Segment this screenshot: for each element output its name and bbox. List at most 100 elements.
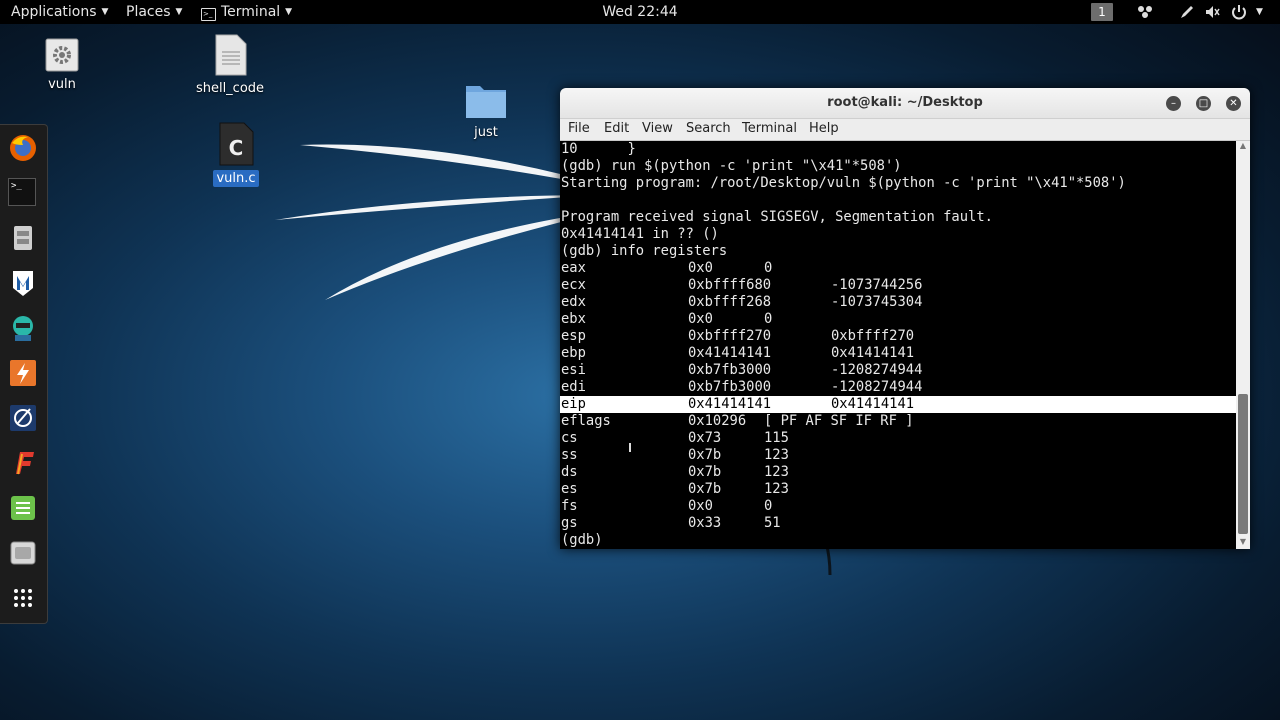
register-hex: 0xb7fb3000 (688, 362, 772, 378)
register-name: ebx (561, 311, 586, 327)
volume-icon[interactable] (1204, 3, 1222, 21)
desktop-icon-label: shell_code (195, 81, 265, 96)
register-value: 123 (764, 464, 789, 480)
maximize-button[interactable]: □ (1196, 96, 1211, 111)
desktop-icon-label: just (474, 125, 498, 140)
terminal-line: 10 } (561, 141, 636, 157)
text-cursor-icon (629, 443, 631, 452)
register-row: edi 0xb7fb3000 -1208274944 (561, 379, 1236, 396)
terminal-line: (gdb) run $(python -c 'print "\x41"*508'… (561, 158, 902, 174)
register-hex: 0x41414141 (688, 345, 772, 361)
armitage-icon[interactable] (8, 313, 38, 343)
chevron-down-icon[interactable]: ▼ (1236, 537, 1250, 546)
register-row: eflags 0x10296 [ PF AF SF IF RF ] (561, 413, 1236, 430)
register-hex: 0x33 (688, 515, 722, 531)
window-title: root@kali: ~/Desktop (827, 95, 983, 110)
show-apps-icon[interactable] (8, 583, 38, 613)
faraday-icon[interactable] (8, 448, 38, 478)
register-name: fs (561, 498, 578, 514)
menu-file[interactable]: File (568, 121, 590, 136)
maltego-icon[interactable] (8, 403, 38, 433)
register-row: esi 0xb7fb3000 -1208274944 (561, 362, 1236, 379)
register-value: -1073744256 (831, 277, 923, 293)
pen-icon[interactable] (1178, 3, 1196, 21)
menu-search[interactable]: Search (686, 121, 731, 136)
register-value: -1073745304 (831, 294, 923, 310)
terminal-line: Program received signal SIGSEGV, Segment… (561, 209, 993, 225)
register-hex: 0x10296 (688, 413, 747, 429)
register-row: ss 0x7b 123 (561, 447, 1236, 464)
register-value: -1208274944 (831, 379, 923, 395)
desktop-icon-shell-code[interactable]: shell_code (192, 34, 268, 97)
register-name: esp (561, 328, 586, 344)
executable-gear-icon (45, 38, 79, 72)
desktop-icon-label: vuln.c (213, 170, 259, 187)
register-value: 0 (764, 260, 773, 276)
register-name: ebp (561, 345, 586, 361)
window-titlebar[interactable]: root@kali: ~/Desktop – □ ✕ (560, 88, 1250, 119)
power-icon[interactable] (1230, 3, 1248, 21)
scrollbar-thumb[interactable] (1238, 394, 1248, 534)
network-icon[interactable] (1136, 3, 1154, 21)
register-row: ebx 0x0 0 (561, 311, 1236, 328)
register-hex: 0x0 (688, 260, 713, 276)
minimize-button[interactable]: – (1166, 96, 1181, 111)
register-name: eax (561, 260, 586, 276)
register-row: ecx 0xbffff680 -1073744256 (561, 277, 1236, 294)
metasploit-icon[interactable] (8, 268, 38, 298)
register-hex: 0xb7fb3000 (688, 379, 772, 395)
close-button[interactable]: ✕ (1226, 96, 1241, 111)
top-panel: Applications ▼ Places ▼ >_ Terminal ▼ Wed 22… (0, 0, 1280, 24)
terminal-output[interactable]: 10 } (gdb) run $(python -c 'print "\x41"… (560, 141, 1236, 549)
register-hex: 0xbffff680 (688, 277, 772, 293)
register-row: eax 0x0 0 (561, 260, 1236, 277)
minimize-icon: – (1171, 98, 1176, 109)
register-name: ds (561, 464, 578, 480)
register-row: ebp 0x41414141 0x41414141 (561, 345, 1236, 362)
gdb-prompt[interactable]: (gdb) (561, 532, 1236, 549)
desktop-icon-vuln[interactable]: vuln (30, 38, 94, 93)
register-value: 0 (764, 311, 773, 327)
chevron-up-icon[interactable]: ▲ (1236, 141, 1250, 150)
burpsuite-icon[interactable] (8, 358, 38, 388)
register-name: gs (561, 515, 578, 531)
terminal-line: (gdb) info registers (561, 243, 728, 259)
register-hex: 0xbffff268 (688, 294, 772, 310)
file-manager-icon[interactable] (8, 223, 38, 253)
register-value: 0x41414141 (831, 345, 915, 361)
workspace-indicator[interactable]: 1 (1091, 3, 1113, 21)
svg-text:C: C (229, 136, 244, 160)
register-hex: 0xbffff270 (688, 328, 772, 344)
register-row: edx 0xbffff268 -1073745304 (561, 294, 1236, 311)
text-file-icon (215, 34, 247, 76)
register-name: edi (561, 379, 586, 395)
register-hex: 0x41414141 (688, 396, 772, 412)
register-hex: 0x7b (688, 447, 722, 463)
clock[interactable]: Wed 22:44 (0, 3, 1280, 21)
terminal-line: 0x41414141 in ?? () (561, 226, 719, 242)
chevron-down-icon[interactable]: ▼ (1256, 3, 1263, 21)
leafpad-icon[interactable] (8, 493, 38, 523)
desktop-icon-label: vuln (48, 77, 76, 92)
cherrytree-icon[interactable] (8, 538, 38, 568)
register-value: 0 (764, 498, 773, 514)
register-value: 0x41414141 (831, 396, 915, 412)
terminal-icon[interactable]: >_ (8, 178, 36, 206)
desktop-icon-just[interactable]: just (456, 80, 516, 141)
menu-edit[interactable]: Edit (604, 121, 629, 136)
menu-help[interactable]: Help (809, 121, 839, 136)
terminal-scrollbar[interactable]: ▲ ▼ (1236, 141, 1250, 549)
firefox-icon[interactable] (8, 133, 38, 163)
dock: >_ (0, 124, 48, 624)
register-value: 0xbffff270 (831, 328, 915, 344)
menu-terminal[interactable]: Terminal (742, 121, 797, 136)
menu-view[interactable]: View (642, 121, 673, 136)
desktop-icon-vuln-c[interactable]: C vuln.c (207, 122, 265, 187)
register-name: eip (561, 396, 586, 412)
register-row-highlighted: eip 0x41414141 0x41414141 (560, 396, 1236, 413)
register-row: cs 0x73 115 (561, 430, 1236, 447)
register-row: gs 0x33 51 (561, 515, 1236, 532)
c-source-file-icon: C (219, 122, 254, 166)
terminal-window[interactable]: root@kali: ~/Desktop – □ ✕ File Edit Vie… (560, 88, 1250, 549)
